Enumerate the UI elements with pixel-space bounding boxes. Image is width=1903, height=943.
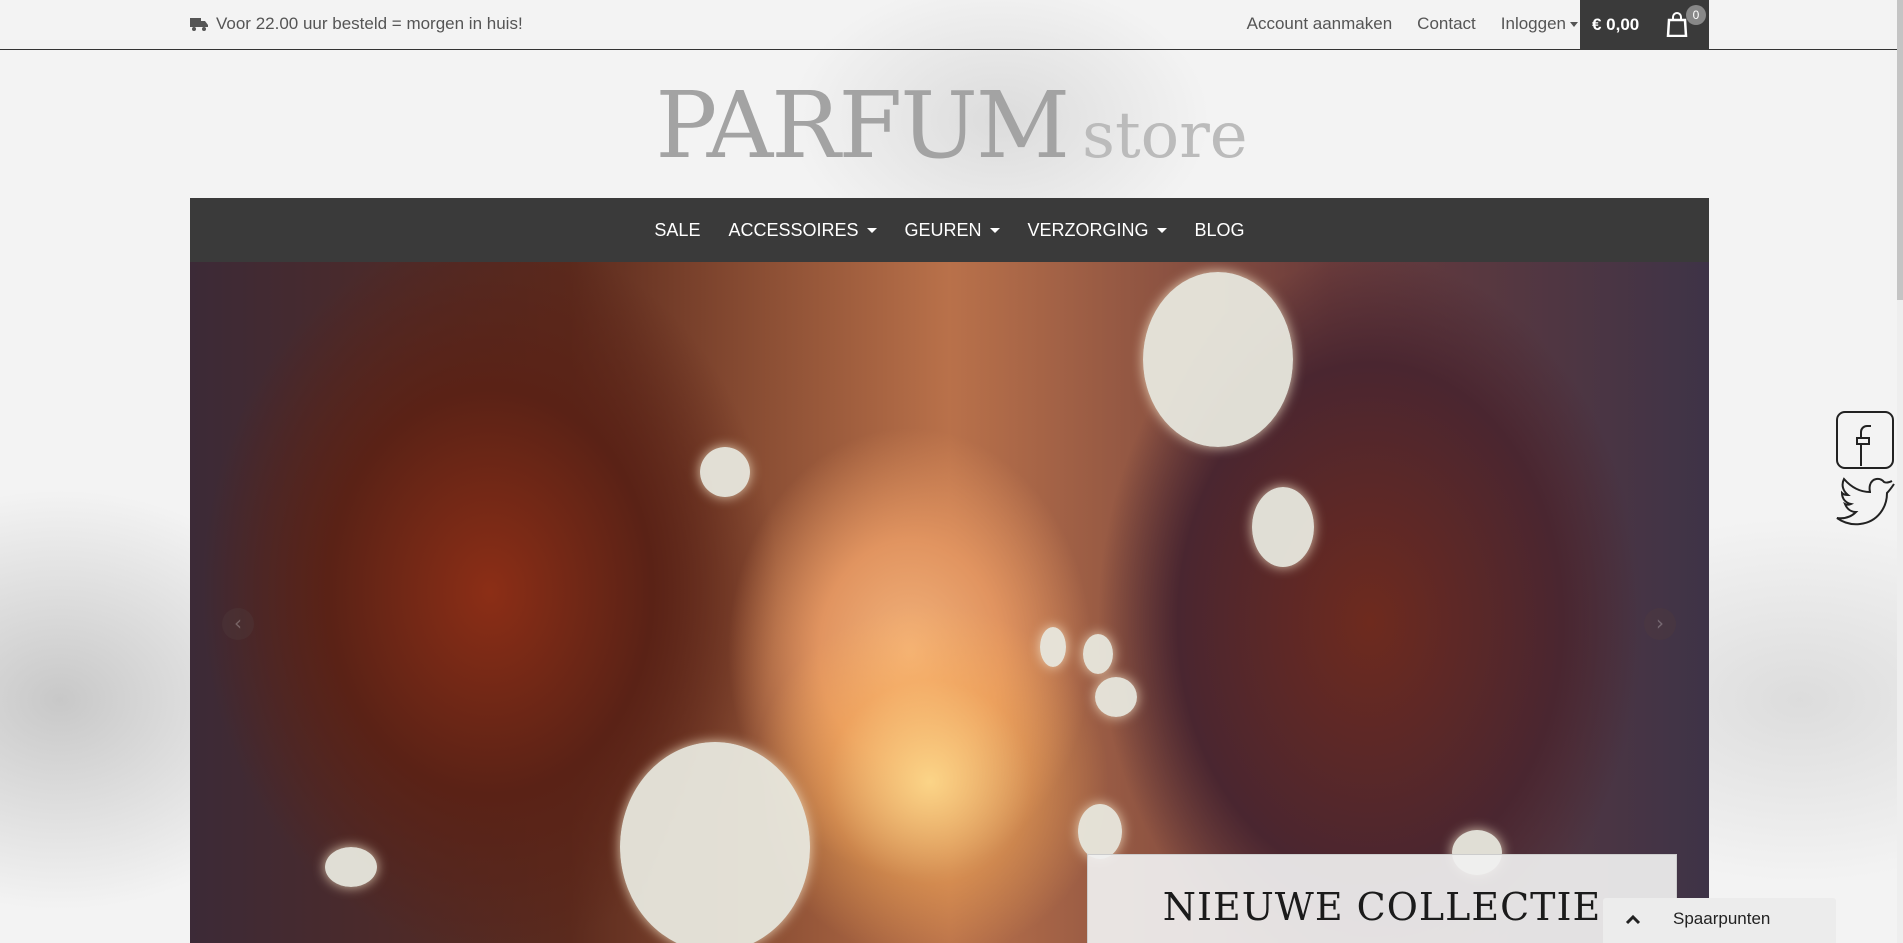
logo-sub-text: store	[1082, 99, 1248, 173]
logo-main-text: PARFUM	[655, 72, 1070, 179]
cart-total: € 0,00	[1592, 15, 1640, 34]
facebook-link[interactable]	[1835, 410, 1895, 474]
shopping-bag-icon	[1666, 12, 1688, 42]
twitter-icon	[1834, 473, 1896, 532]
chevron-up-icon	[1623, 910, 1643, 930]
hero-caption-title: NIEUWE COLLECTIE	[1162, 885, 1602, 929]
shipping-notice: Voor 22.00 uur besteld = morgen in huis!	[190, 14, 523, 34]
spaarpunten-label: Spaarpunten	[1673, 909, 1771, 928]
nav-item-label: GEUREN	[904, 219, 982, 240]
caret-down-icon	[989, 227, 1000, 233]
caret-down-icon	[1156, 227, 1167, 233]
account-link[interactable]: Account aanmaken	[1247, 14, 1393, 34]
nav-item-verzorging[interactable]: VERZORGING	[1028, 220, 1167, 241]
nav-item-sale[interactable]: SALE	[654, 220, 700, 241]
cart-count-badge: 0	[1686, 5, 1706, 25]
hero-carousel[interactable]: ‹ › NIEUWE COLLECTIE	[190, 262, 1709, 943]
truck-icon	[190, 17, 208, 31]
nav-item-label: SALE	[654, 219, 701, 240]
spaarpunten-widget[interactable]: Spaarpunten	[1603, 898, 1836, 943]
nav-item-geuren[interactable]: GEUREN	[905, 220, 1000, 241]
bokeh-light	[1083, 634, 1113, 674]
top-bar: Voor 22.00 uur besteld = morgen in huis!…	[0, 0, 1903, 50]
top-links: Account aanmaken Contact Inloggen	[1247, 14, 1578, 34]
main-nav: SALE ACCESSOIRES GEUREN VERZORGING BLOG	[190, 198, 1709, 262]
contact-link[interactable]: Contact	[1417, 14, 1476, 34]
bokeh-light	[1252, 487, 1314, 567]
bokeh-light	[700, 447, 750, 497]
bokeh-light	[1095, 677, 1137, 717]
carousel-prev-button[interactable]: ‹	[222, 608, 254, 640]
hero-caption: NIEUWE COLLECTIE	[1087, 854, 1677, 943]
login-dropdown[interactable]: Inloggen	[1501, 14, 1578, 34]
bokeh-light	[1078, 804, 1122, 859]
bokeh-light	[1040, 627, 1066, 667]
nav-item-blog[interactable]: BLOG	[1195, 220, 1245, 241]
nav-item-label: ACCESSOIRES	[728, 219, 859, 240]
cart-button[interactable]: € 0,00 0	[1580, 0, 1709, 50]
login-label: Inloggen	[1500, 14, 1566, 33]
twitter-link[interactable]	[1835, 472, 1895, 532]
scrollbar-thumb[interactable]	[1897, 0, 1903, 300]
carousel-next-button[interactable]: ›	[1644, 608, 1676, 640]
caret-down-icon	[1570, 22, 1578, 28]
bokeh-light	[1143, 272, 1293, 447]
bokeh-light	[325, 847, 377, 887]
bokeh-light	[620, 742, 810, 943]
site-logo[interactable]: PARFUM store	[0, 72, 1903, 179]
nav-item-label: BLOG	[1194, 219, 1245, 240]
facebook-icon	[1835, 410, 1895, 474]
caret-down-icon	[866, 227, 877, 233]
nav-item-accessoires[interactable]: ACCESSOIRES	[728, 219, 877, 241]
shipping-text: Voor 22.00 uur besteld = morgen in huis!	[216, 14, 523, 33]
nav-item-label: VERZORGING	[1027, 219, 1149, 240]
